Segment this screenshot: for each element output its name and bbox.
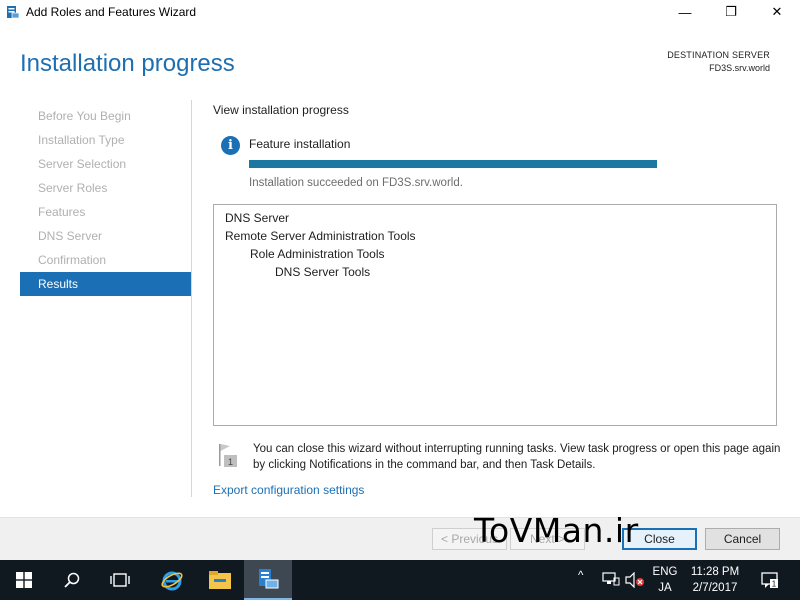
- internet-explorer-icon: [161, 571, 183, 591]
- progress-fill: [249, 160, 657, 168]
- nav-item-installation-type[interactable]: Installation Type: [20, 128, 191, 152]
- maximize-icon: ❐: [725, 4, 737, 19]
- volume-muted-icon[interactable]: [625, 572, 645, 588]
- note-badge: 1: [228, 457, 233, 467]
- window-title: Add Roles and Features Wizard: [26, 5, 197, 19]
- close-icon: ✕: [771, 4, 783, 19]
- action-center-button[interactable]: 1: [752, 564, 788, 596]
- nav-item-features[interactable]: Features: [20, 200, 191, 224]
- destination-server-label: DESTINATION SERVER: [667, 50, 770, 60]
- page-title: Installation progress: [20, 50, 235, 77]
- cancel-button[interactable]: Cancel: [705, 528, 780, 550]
- start-button[interactable]: [0, 560, 48, 600]
- export-configuration-link[interactable]: Export configuration settings: [213, 483, 364, 497]
- maximize-button[interactable]: ❐: [708, 0, 754, 24]
- internet-explorer-button[interactable]: [148, 560, 196, 600]
- result-item: Remote Server Administration Tools: [225, 229, 416, 243]
- clock[interactable]: 11:28 PM 2/7/2017: [686, 564, 744, 596]
- nav-item-results[interactable]: Results: [20, 272, 191, 296]
- clock-date: 2/7/2017: [692, 582, 738, 594]
- section-title: View installation progress: [213, 103, 349, 117]
- show-hidden-icons-button[interactable]: ^: [578, 570, 583, 582]
- notifications-icon: 1: [761, 572, 778, 589]
- server-manager-icon: [259, 569, 279, 589]
- title-bar: Add Roles and Features Wizard — ❐ ✕: [0, 0, 800, 24]
- server-manager-app-icon: [7, 6, 20, 19]
- notification-count: 1: [772, 580, 777, 589]
- nav-item-server-roles[interactable]: Server Roles: [20, 176, 191, 200]
- language-code: ENG: [652, 566, 678, 578]
- nav-divider: [191, 100, 192, 497]
- file-explorer-icon: [209, 571, 231, 589]
- nav-item-dns-server[interactable]: DNS Server: [20, 224, 191, 248]
- wizard-steps-nav: Before You Begin Installation Type Serve…: [20, 104, 191, 296]
- search-icon: [64, 572, 80, 588]
- feature-installation-label: Feature installation: [249, 137, 351, 151]
- watermark-text: ToVMan.ir: [474, 511, 639, 550]
- search-button[interactable]: [48, 560, 96, 600]
- task-view-icon: [110, 573, 130, 587]
- nav-item-server-selection[interactable]: Server Selection: [20, 152, 191, 176]
- start-icon: [16, 572, 32, 588]
- input-language-indicator[interactable]: ENG JA: [651, 564, 679, 596]
- keyboard-layout-code: JA: [658, 582, 672, 594]
- clock-time: 11:28 PM: [690, 566, 740, 578]
- task-view-button[interactable]: [96, 560, 144, 600]
- minimize-icon: —: [678, 4, 692, 20]
- nav-item-confirmation[interactable]: Confirmation: [20, 248, 191, 272]
- close-window-button[interactable]: ✕: [754, 0, 800, 24]
- nav-item-before-you-begin[interactable]: Before You Begin: [20, 104, 191, 128]
- installation-progress-bar: [249, 160, 657, 168]
- minimize-button[interactable]: —: [662, 0, 708, 24]
- network-icon[interactable]: [602, 572, 620, 586]
- result-item: Role Administration Tools: [250, 247, 385, 261]
- result-item: DNS Server Tools: [275, 265, 371, 279]
- notification-flag-icon: 1: [219, 444, 237, 467]
- installation-status-text: Installation succeeded on FD3S.srv.world…: [249, 177, 463, 189]
- result-item: DNS Server: [225, 211, 290, 225]
- destination-server-value: FD3S.srv.world: [709, 63, 770, 73]
- results-list[interactable]: DNS Server Remote Server Administration …: [213, 204, 777, 426]
- file-explorer-button[interactable]: [196, 560, 244, 600]
- server-manager-taskbar-button[interactable]: [244, 560, 292, 600]
- close-wizard-note: You can close this wizard without interr…: [253, 443, 781, 471]
- info-icon: i: [221, 136, 240, 155]
